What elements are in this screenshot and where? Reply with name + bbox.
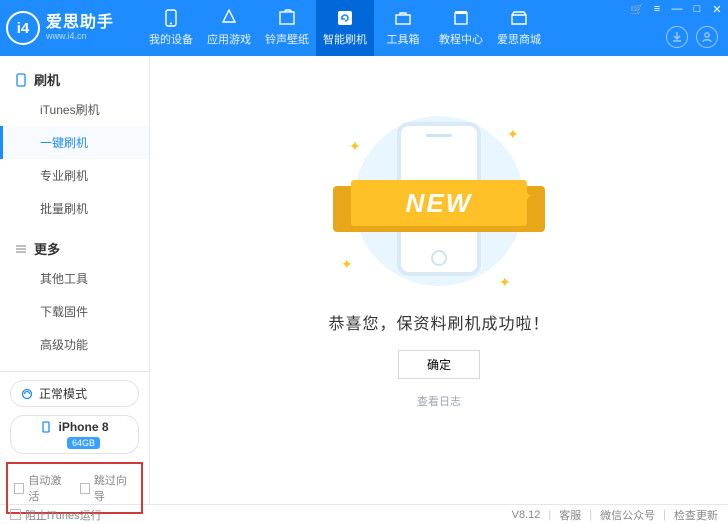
logo-icon: i4 [6,11,40,45]
minimize-button[interactable]: — [670,2,684,16]
ok-button[interactable]: 确定 [398,350,480,379]
nav-flash[interactable]: 智能刷机 [316,0,374,56]
view-log-link[interactable]: 查看日志 [417,393,461,409]
device-pill[interactable]: iPhone 8 64GB [10,415,139,454]
sidebar-item-other-tools[interactable]: 其他工具 [0,262,149,295]
sidebar-item-advanced[interactable]: 高级功能 [0,328,149,361]
store-icon [510,9,528,27]
sidebar-item-onekey-flash[interactable]: 一键刷机 [0,126,149,159]
nav-my-device[interactable]: 我的设备 [142,0,200,56]
nav-apps[interactable]: 应用游戏 [200,0,258,56]
app-header: i4 爱思助手 www.i4.cn 我的设备 应用游戏 铃声壁纸 智能刷机 工具… [0,0,728,56]
sparkle-icon: ✦ [341,256,351,266]
sparkle-icon: ✦ [521,188,531,198]
success-message: 恭喜您，保资料刷机成功啦！ [328,310,549,334]
app-name: 爱思助手 [46,14,114,32]
header-actions [666,26,718,48]
sparkle-icon: ✦ [499,274,509,284]
new-ribbon: NEW [351,180,527,226]
book-icon [452,9,470,27]
checkbox-auto-activate[interactable]: 自动激活 [14,472,70,504]
checkbox-icon [80,483,90,494]
update-link[interactable]: 检查更新 [674,507,718,523]
cart-icon[interactable]: 🛒 [630,2,644,16]
device-storage-badge: 64GB [67,437,100,449]
checkbox-block-itunes[interactable]: 阻止iTunes运行 [10,507,102,523]
main-panel: NEW ✦ ✦ ✦ ✦ ✦ 恭喜您，保资料刷机成功啦！ 确定 查看日志 [150,56,728,504]
sidebar-item-batch-flash[interactable]: 批量刷机 [0,192,149,225]
nav-store[interactable]: 爱思商城 [490,0,548,56]
checkbox-skip-guide[interactable]: 跳过向导 [80,472,136,504]
app-logo: i4 爱思助手 www.i4.cn [6,11,142,45]
music-icon [278,9,296,27]
download-button[interactable] [666,26,688,48]
nav-tutorial[interactable]: 教程中心 [432,0,490,56]
more-icon [14,242,28,256]
phone-icon [162,9,180,27]
nav-ringtone[interactable]: 铃声壁纸 [258,0,316,56]
device-name: iPhone 8 [58,420,108,434]
window-controls: 🛒 ≡ — □ ✕ [630,2,724,16]
toolbox-icon [394,9,412,27]
sidebar: 刷机 iTunes刷机 一键刷机 专业刷机 批量刷机 更多 其他工具 下载固件 … [0,56,150,504]
wechat-link[interactable]: 微信公众号 [600,507,655,523]
menu-icon[interactable]: ≡ [650,2,664,16]
sidebar-group-more[interactable]: 更多 [0,235,149,262]
sidebar-item-itunes-flash[interactable]: iTunes刷机 [0,93,149,126]
support-link[interactable]: 客服 [559,507,581,523]
user-button[interactable] [696,26,718,48]
top-nav: 我的设备 应用游戏 铃声壁纸 智能刷机 工具箱 教程中心 爱思商城 [142,0,548,56]
sidebar-item-download-firmware[interactable]: 下载固件 [0,295,149,328]
nav-toolbox[interactable]: 工具箱 [374,0,432,56]
version-label: V8.12 [512,509,541,521]
mode-icon [21,388,33,400]
sidebar-group-flash[interactable]: 刷机 [0,66,149,93]
maximize-button[interactable]: □ [690,2,704,16]
mode-pill[interactable]: 正常模式 [10,380,139,407]
sidebar-item-pro-flash[interactable]: 专业刷机 [0,159,149,192]
app-url: www.i4.cn [46,32,114,42]
checkbox-icon [10,509,21,520]
checkbox-icon [14,483,24,494]
apps-icon [220,9,238,27]
phone-icon [14,73,28,87]
device-icon [40,421,52,433]
sparkle-icon: ✦ [349,138,359,148]
success-illustration: NEW ✦ ✦ ✦ ✦ ✦ [329,110,549,290]
close-button[interactable]: ✕ [710,2,724,16]
sparkle-icon: ✦ [507,126,517,136]
refresh-icon [336,9,354,27]
